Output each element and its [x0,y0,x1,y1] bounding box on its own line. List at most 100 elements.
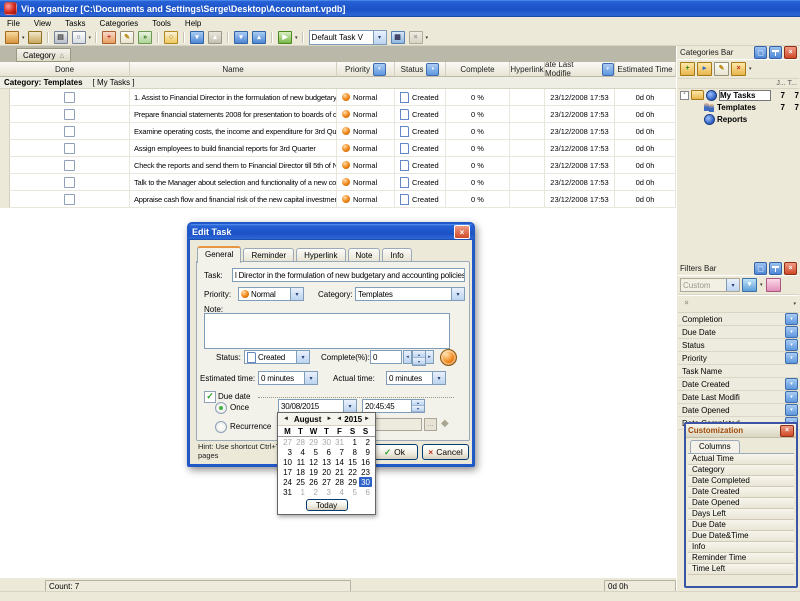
task-done-checkbox[interactable] [64,143,75,154]
column-header-estimated-time[interactable]: Estimated Time [615,62,676,77]
filters-more-dropdown-icon[interactable]: ▾ [793,301,796,307]
categories-restore-icon[interactable]: ▢ [754,46,767,59]
filter-row-due-date[interactable]: Due Date▾ [678,326,799,339]
time-spinner-icons[interactable]: ▴▾ [411,400,424,412]
priority-combo[interactable]: Normal ▾ [238,287,304,301]
column-header-ate-last-modifie[interactable]: ate Last Modifie▾ [545,62,615,77]
group-row[interactable]: Category: Templates [ My Tasks ] [0,77,676,89]
dialog-close-icon[interactable]: × [454,225,470,239]
column-header-status[interactable]: Status▾ [395,62,446,77]
tree-collapse-icon[interactable]: - [680,91,689,100]
customization-column-item[interactable]: Days Left [688,509,794,520]
task-row[interactable]: Examine operating costs, the income and … [0,123,676,140]
calendar-day[interactable]: 17 [281,467,294,477]
once-date-dropdown-icon[interactable]: ▾ [343,400,356,412]
print-button[interactable]: ▤ [53,31,69,45]
customization-column-item[interactable]: Date Created [688,487,794,498]
filters-restore-icon[interactable]: ▢ [754,262,767,275]
menu-item-help[interactable]: Help [178,19,208,28]
task-view-combo[interactable]: Default Task V▾ [309,30,387,45]
task-done-checkbox[interactable] [64,126,75,137]
toolbar-dropdown-icon[interactable]: ▾ [295,35,298,41]
toolbar-dropdown-icon[interactable]: ▾ [22,35,25,41]
calendar-day[interactable]: 1 [346,437,359,447]
scroll-down-button[interactable]: ▾ [189,31,205,45]
next-year-icon[interactable]: ► [362,416,372,422]
calendar-day[interactable]: 2 [359,437,372,447]
scroll-up-button[interactable]: ▴ [207,31,223,45]
estimated-time-combo[interactable]: 0 minutes ▾ [258,371,318,385]
calendar-day-selected[interactable]: 30 [359,477,372,487]
task-row[interactable]: Prepare financial statements 2008 for pr… [0,106,676,123]
calendar-day[interactable]: 16 [359,457,372,467]
task-done-checkbox[interactable] [64,194,75,205]
calendar-day[interactable]: 3 [281,447,294,457]
categories-more-dropdown-icon[interactable]: ▾ [749,66,752,72]
filter-row-completion[interactable]: Completion▾ [678,313,799,326]
expand-all-button[interactable]: ▾ [233,31,249,45]
recurrence-browse-icon[interactable]: ... [424,418,437,431]
category-dropdown-icon[interactable]: ▾ [451,288,464,300]
calendar-day[interactable]: 12 [307,457,320,467]
menu-item-categories[interactable]: Categories [93,19,146,28]
categories-close-icon[interactable]: × [784,46,797,59]
group-by-category-button[interactable]: Category △ [16,48,71,62]
edit-task-button[interactable]: ✎ [119,31,135,45]
customization-column-item[interactable]: Info [688,542,794,553]
category-item-my-tasks[interactable]: -My Tasks77 [678,89,799,101]
column-header-done[interactable]: Done [0,62,130,77]
task-done-checkbox[interactable] [64,92,75,103]
menu-item-tools[interactable]: Tools [145,19,178,28]
calendar-day[interactable]: 27 [281,437,294,447]
column-header-name[interactable]: Name [130,62,337,77]
calendar-day[interactable]: 20 [320,467,333,477]
tab-reminder[interactable]: Reminder [243,248,294,262]
delete-filter-icon[interactable]: × [680,298,693,310]
category-item-reports[interactable]: Reports [678,113,799,125]
tab-note[interactable]: Note [348,248,381,262]
calendar-day[interactable]: 2 [307,487,320,497]
edit-category-icon[interactable]: ✎ [714,62,729,76]
filter-preset-combo[interactable]: Custom ▾ [680,278,740,292]
prev-year-icon[interactable]: ◄ [334,416,344,422]
refresh-button[interactable]: ▶ [277,31,293,45]
access-key-button[interactable]: ○ [163,31,179,45]
priority-dropdown-icon[interactable]: ▾ [290,288,303,300]
duplicate-task-button[interactable]: » [137,31,153,45]
task-row[interactable]: Talk to the Manager about selection and … [0,174,676,191]
calendar-day[interactable]: 21 [333,467,346,477]
customization-column-item[interactable]: Due Date [688,520,794,531]
filter-dropdown-icon[interactable]: ▾ [785,326,798,338]
new-item-button[interactable] [4,31,20,45]
task-done-checkbox[interactable] [64,177,75,188]
filter-row-date-last-modifi[interactable]: Date Last Modifi▾ [678,391,799,404]
calendar-day[interactable]: 11 [294,457,307,467]
calendar-day[interactable]: 6 [320,447,333,457]
actual-dropdown-icon[interactable]: ▾ [432,372,445,384]
calendar-day[interactable]: 10 [281,457,294,467]
complete-spinner[interactable]: ▴▾ [412,350,426,366]
calendar-day[interactable]: 18 [294,467,307,477]
filter-row-task-name[interactable]: Task Name [678,365,799,378]
calendar-day[interactable]: 4 [333,487,346,497]
column-filter-dropdown-icon[interactable]: ▾ [602,63,614,76]
column-filter-dropdown-icon[interactable]: ▾ [373,63,386,76]
calendar-day[interactable]: 19 [307,467,320,477]
customization-column-item[interactable]: Actual Time [688,454,794,465]
new-subcategory-icon[interactable]: ▸ [697,62,712,76]
calendar-day[interactable]: 5 [307,447,320,457]
filters-close-icon[interactable]: × [784,262,797,275]
estimated-dropdown-icon[interactable]: ▾ [304,372,317,384]
save-filter-icon[interactable]: ▾ [742,278,757,292]
actual-time-combo[interactable]: 0 minutes ▾ [386,371,446,385]
delete-category-icon[interactable]: × [731,62,746,76]
calendar-day[interactable]: 8 [346,447,359,457]
ok-button[interactable]: ✓ Ok [371,444,418,460]
once-radio[interactable] [215,402,227,414]
calendar-day[interactable]: 25 [294,477,307,487]
next-month-icon[interactable]: ► [324,416,334,422]
database-lock-button[interactable] [27,31,43,45]
filter-preset-dropdown-icon[interactable]: ▾ [726,279,739,291]
column-header-hyperlink[interactable]: Hyperlink [510,62,545,77]
calendar-day[interactable]: 7 [333,447,346,457]
